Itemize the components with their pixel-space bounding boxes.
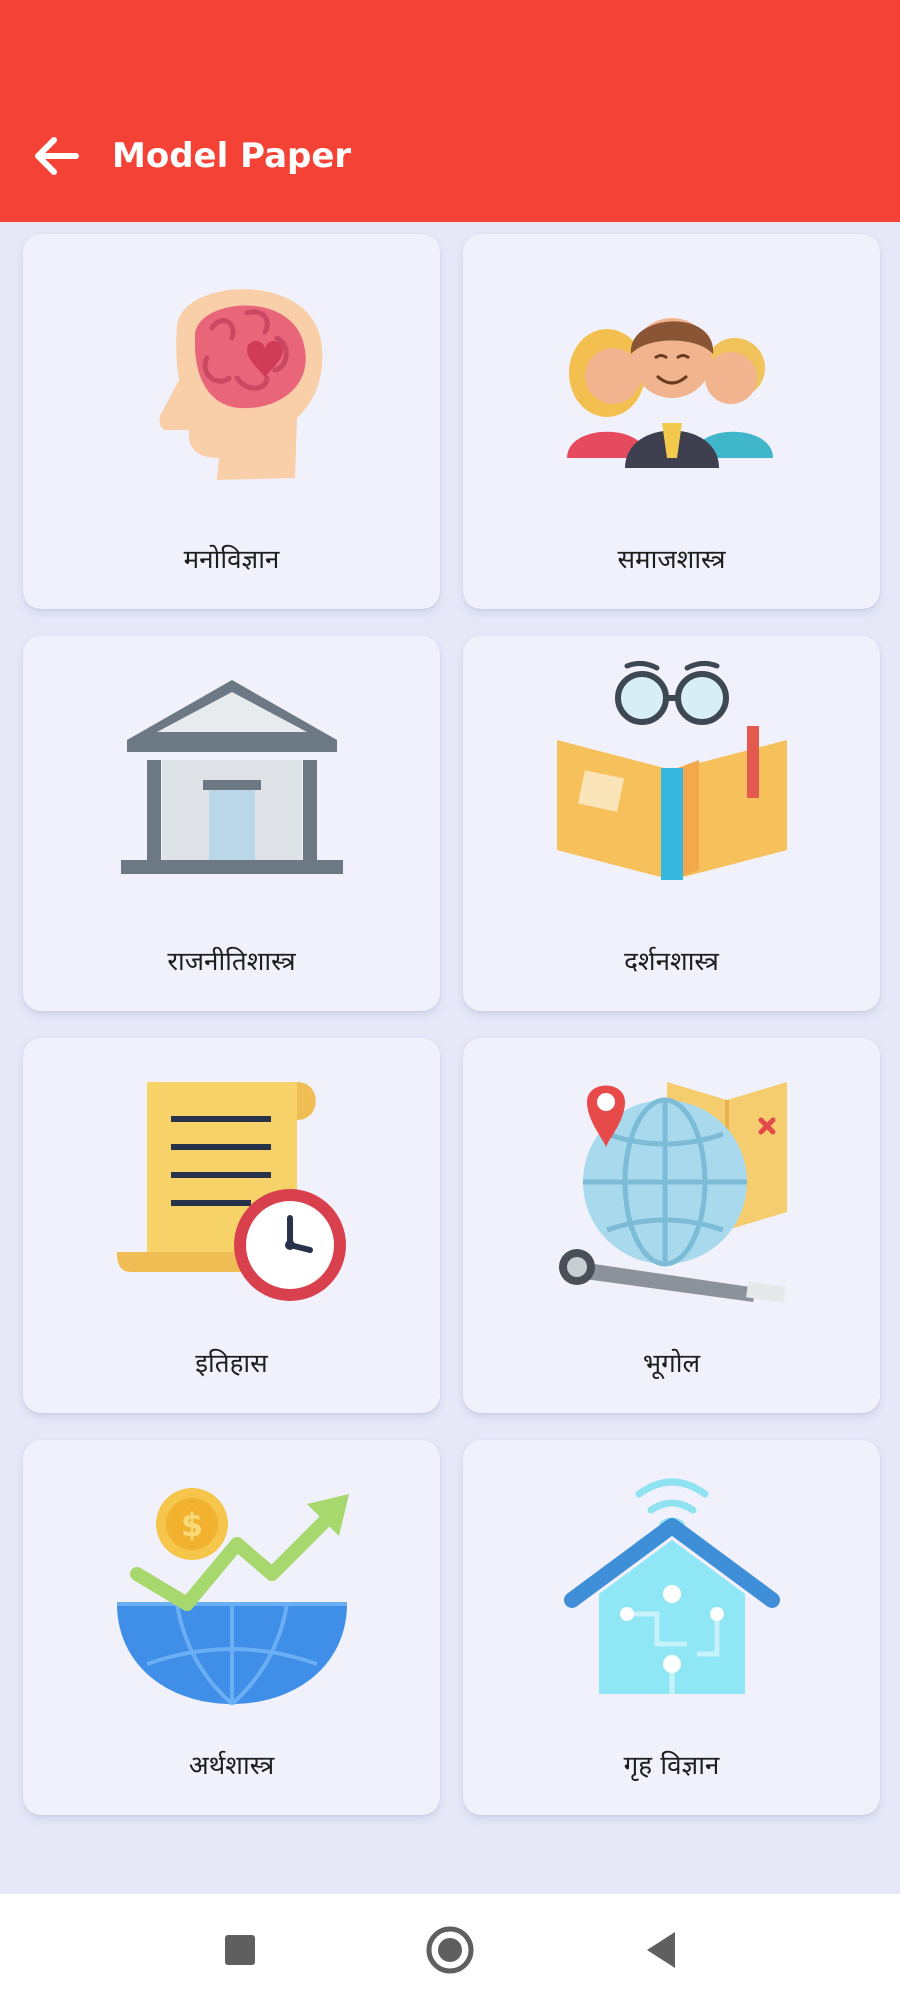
arrow-left-icon [35, 137, 79, 175]
nav-back-button[interactable] [632, 1922, 688, 1978]
subject-label: अर्थशास्त्र [188, 1751, 275, 1781]
triangle-back-icon [647, 1932, 675, 1968]
smart-home-icon [563, 1478, 780, 1694]
subject-card-home-science[interactable]: गृह विज्ञान [463, 1440, 880, 1815]
subject-card-history[interactable]: इतिहास [23, 1038, 440, 1413]
subject-label: समाजशास्त्र [617, 545, 726, 575]
open-book-glasses-icon [556, 660, 787, 880]
subject-label: राजनीतिशास्त्र [167, 947, 296, 977]
system-nav-bar [0, 1894, 900, 2003]
subject-card-economics[interactable]: $ अर्थशास्त्र [23, 1440, 440, 1815]
globe-map-telescope-icon [558, 1082, 787, 1303]
scroll-clock-icon [116, 1082, 346, 1301]
economy-growth-icon: $ [116, 1488, 349, 1706]
brain-head-icon [159, 289, 322, 480]
subject-card-sociology[interactable]: समाजशास्त्र [463, 234, 880, 609]
subject-list: मनोविज्ञान समाजशास्त्र राजनीतिशास्त्र दर… [0, 222, 900, 1894]
page-title: Model Paper [112, 136, 352, 176]
svg-text:$: $ [180, 1506, 202, 1544]
subject-label: दर्शनशास्त्र [624, 947, 719, 977]
subject-card-political-science[interactable]: राजनीतिशास्त्र [23, 636, 440, 1011]
subject-label: गृह विज्ञान [623, 1751, 720, 1781]
people-group-icon [566, 318, 773, 468]
home-button[interactable] [422, 1922, 478, 1978]
subject-card-psychology[interactable]: मनोविज्ञान [23, 234, 440, 609]
back-button[interactable] [28, 128, 84, 184]
subject-card-geography[interactable]: भूगोल [463, 1038, 880, 1413]
subject-card-philosophy[interactable]: दर्शनशास्त्र [463, 636, 880, 1011]
government-building-icon [120, 680, 343, 874]
subject-label: मनोविज्ञान [183, 545, 280, 575]
recents-button[interactable] [212, 1922, 268, 1978]
app-bar: Model Paper [0, 0, 900, 222]
square-icon [225, 1935, 255, 1965]
subject-label: इतिहास [195, 1349, 268, 1379]
circle-home-icon [426, 1926, 474, 1974]
subject-label: भूगोल [642, 1349, 701, 1379]
